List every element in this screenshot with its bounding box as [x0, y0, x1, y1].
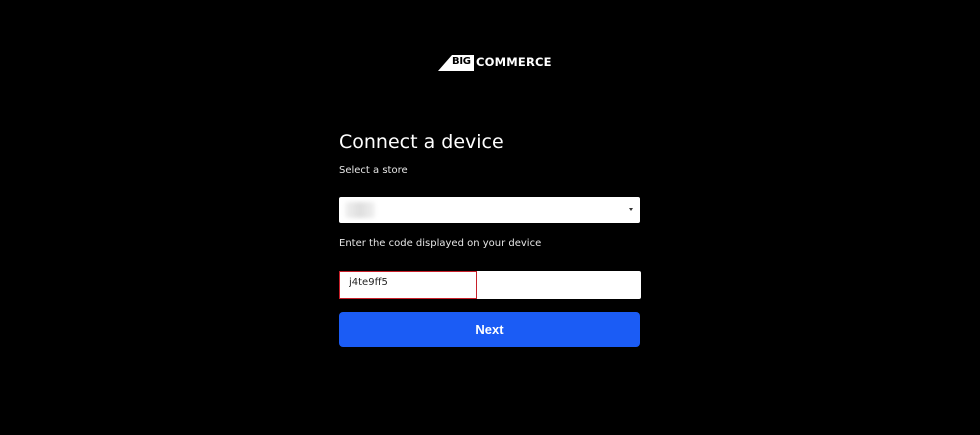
- bigcommerce-logo: BIG COMMERCE: [438, 53, 552, 71]
- next-button[interactable]: Next: [339, 312, 640, 347]
- store-select-value: [345, 202, 375, 218]
- logo-commerce-text: COMMERCE: [476, 55, 552, 69]
- store-select-label: Select a store: [339, 165, 408, 176]
- logo-big-text: BIG: [452, 56, 471, 67]
- store-select[interactable]: [339, 197, 640, 223]
- device-code-label: Enter the code displayed on your device: [339, 238, 542, 249]
- page-title: Connect a device: [339, 131, 504, 153]
- bigcommerce-logo-icon: BIG: [438, 53, 474, 71]
- chevron-down-icon: [629, 208, 633, 211]
- device-code-field[interactable]: [339, 271, 641, 299]
- device-code-input[interactable]: [349, 277, 629, 288]
